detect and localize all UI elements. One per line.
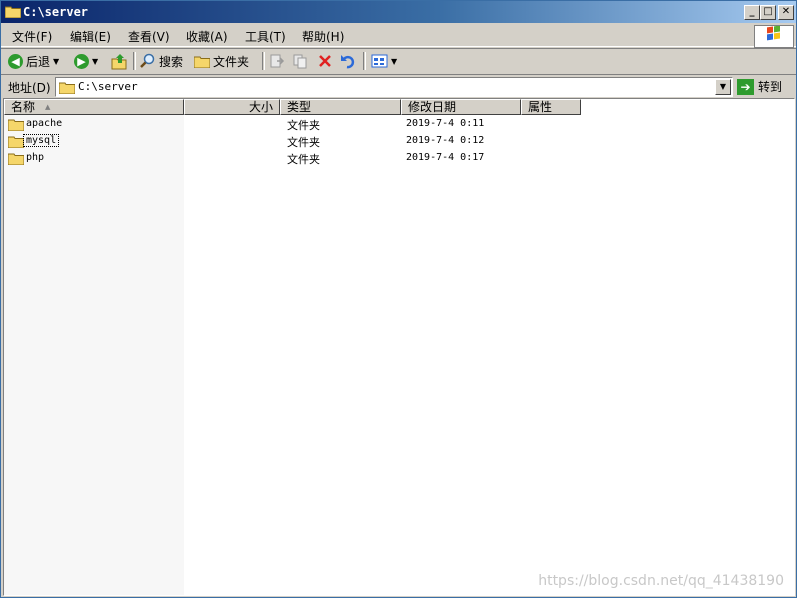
address-value: C:\server [78,80,138,93]
move-to-button[interactable] [269,52,285,70]
address-bar: 地址(D) C:\server ▼ ➔ 转到 [1,74,796,99]
column-header-attributes[interactable]: 属性 [521,99,581,115]
folder-icon [59,82,75,94]
search-icon [140,53,155,68]
move-to-icon [270,54,285,68]
views-dropdown-icon[interactable]: ▼ [391,57,397,66]
file-name[interactable]: apache [26,118,62,129]
forward-dropdown-icon[interactable]: ▼ [92,57,98,66]
windows-logo-icon [754,25,794,48]
search-button[interactable]: 搜索 [140,52,183,70]
menu-file[interactable]: 文件(F) [12,28,52,45]
toolbar-separator [363,52,366,70]
file-name[interactable]: php [26,152,44,163]
views-button[interactable]: ▼ [371,52,397,70]
file-name[interactable]: mysql [22,134,60,147]
folders-label: 文件夹 [213,54,250,69]
close-button[interactable]: ✕ [778,5,794,20]
toolbar-separator [262,52,265,70]
go-label: 转到 [758,80,783,94]
forward-button[interactable]: ▶ ▼ [74,52,98,70]
menu-favorites[interactable]: 收藏(A) [186,28,228,45]
folders-button[interactable]: 文件夹 [194,52,249,70]
column-header-modified[interactable]: 修改日期 [401,99,521,115]
back-dropdown-icon[interactable]: ▼ [53,57,59,66]
file-modified: 2019-7-4 0:12 [406,135,485,146]
title-bar[interactable]: C:\server _ □ ✕ [1,1,796,23]
go-button[interactable]: ➔ 转到 [737,78,782,95]
address-label: 地址(D) [8,81,51,95]
column-header-size[interactable]: 大小 [184,99,280,115]
folder-icon [8,136,24,148]
menu-bar: 文件(F) 编辑(E) 查看(V) 收藏(A) 工具(T) 帮助(H) [1,24,796,48]
file-type: 文件夹 [287,153,320,166]
column-header-type[interactable]: 类型 [280,99,401,115]
back-arrow-icon: ◀ [8,53,23,69]
watermark: https://blog.csdn.net/qq_41438190 [538,573,784,589]
toolbar-separator [133,52,136,70]
folder-up-icon [111,53,127,69]
menu-view[interactable]: 查看(V) [128,28,170,45]
list-item[interactable]: apache 文件夹 2019-7-4 0:11 [4,117,604,133]
delete-button[interactable] [317,52,333,70]
folder-icon [8,153,24,165]
undo-button[interactable] [340,52,356,70]
file-type: 文件夹 [287,119,320,132]
minimize-button[interactable]: _ [744,5,760,20]
views-icon [371,54,388,68]
explorer-window: C:\server _ □ ✕ 文件(F) 编辑(E) 查看(V) 收藏(A) … [0,0,797,598]
folder-icon [8,119,24,131]
list-item[interactable]: mysql 文件夹 2019-7-4 0:12 [4,134,604,150]
sorted-column-shade [4,115,184,595]
file-type: 文件夹 [287,136,320,149]
search-label: 搜索 [159,54,184,69]
window-title: C:\server [23,5,89,19]
file-modified: 2019-7-4 0:11 [406,118,485,129]
undo-icon [341,55,355,69]
file-modified: 2019-7-4 0:17 [406,152,485,163]
column-header-name[interactable]: 名称 ▲ [4,99,184,115]
file-list[interactable]: 名称 ▲ 大小 类型 修改日期 属性 apache 文件夹 2019-7-4 0… [3,98,795,596]
delete-x-icon [319,55,331,67]
menu-help[interactable]: 帮助(H) [302,28,344,45]
folder-icon [5,6,21,18]
folder-icon [194,56,210,68]
menu-edit[interactable]: 编辑(E) [70,28,111,45]
address-dropdown-icon[interactable]: ▼ [715,79,731,95]
forward-arrow-icon: ▶ [74,53,89,69]
standard-toolbar: ◀ 后退 ▼ ▶ ▼ 搜索 文件夹 ▼ [1,48,796,75]
back-label: 后退 [26,54,51,69]
menu-tools[interactable]: 工具(T) [245,28,286,45]
address-input[interactable]: C:\server ▼ [55,77,733,97]
copy-to-button[interactable] [292,52,308,70]
copy-to-icon [293,54,307,69]
sort-ascending-icon: ▲ [45,103,51,111]
go-arrow-icon: ➔ [737,78,754,95]
back-button[interactable]: ◀ 后退 ▼ [8,52,59,70]
maximize-button[interactable]: □ [760,5,776,20]
up-button[interactable] [111,52,128,70]
list-item[interactable]: php 文件夹 2019-7-4 0:17 [4,151,604,167]
